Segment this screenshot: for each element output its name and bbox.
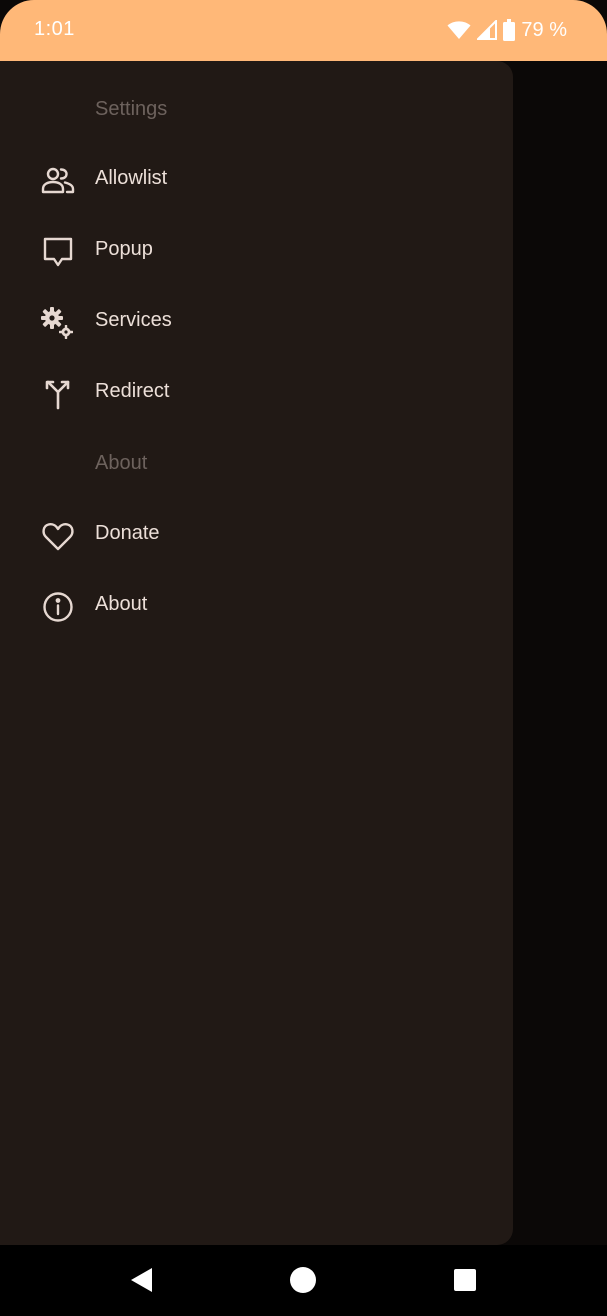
drawer-item-label: Services	[95, 309, 172, 331]
info-icon	[43, 592, 73, 622]
signal-icon	[477, 20, 498, 40]
status-icons: 79 %	[447, 17, 567, 43]
drawer-item-allowlist[interactable]: Allowlist	[0, 150, 513, 210]
drawer-item-label: Allowlist	[95, 167, 168, 189]
people-icon	[41, 167, 75, 194]
drawer-item-redirect[interactable]: Redirect	[0, 363, 513, 423]
system-nav-bar	[0, 1245, 607, 1316]
screen: 1:01 79 % Settings Allowlist Popup Servi…	[0, 0, 607, 1316]
recents-icon[interactable]	[450, 1265, 480, 1295]
drawer-item-label: Donate	[95, 522, 160, 544]
chat-bubble-icon	[43, 237, 73, 267]
navigation-drawer: Settings Allowlist Popup Services Redire…	[0, 61, 513, 1245]
heart-icon	[42, 523, 74, 551]
drawer-item-services[interactable]: Services	[0, 292, 513, 352]
section-header-settings: Settings	[95, 98, 168, 120]
battery-icon	[503, 19, 516, 41]
gears-icon	[41, 307, 73, 339]
drawer-item-about[interactable]: About	[0, 576, 513, 636]
section-header-about: About	[95, 452, 148, 474]
drawer-item-label: Popup	[95, 238, 153, 260]
fork-arrows-icon	[45, 380, 70, 410]
home-icon[interactable]	[288, 1265, 318, 1295]
battery-percent: 79 %	[521, 18, 567, 41]
wifi-icon	[447, 21, 471, 39]
drawer-item-label: About	[95, 593, 148, 615]
drawer-item-popup[interactable]: Popup	[0, 221, 513, 281]
status-time: 1:01	[34, 18, 75, 40]
status-bar: 1:01 79 %	[0, 0, 607, 61]
back-icon[interactable]	[126, 1265, 156, 1295]
drawer-item-label: Redirect	[95, 380, 170, 402]
drawer-item-donate[interactable]: Donate	[0, 505, 513, 565]
